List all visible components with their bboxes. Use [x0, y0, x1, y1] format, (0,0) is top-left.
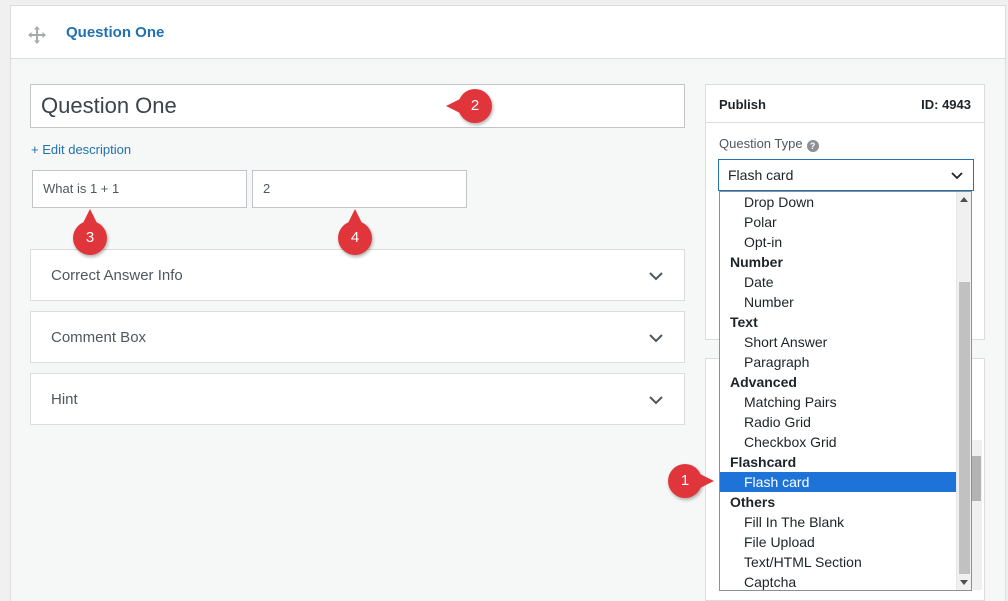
option-flash-card[interactable]: Flash card [720, 472, 957, 492]
option-date[interactable]: Date [720, 272, 957, 292]
post-id: ID: 4943 [921, 97, 971, 112]
question-type-select[interactable]: Flash card [718, 159, 974, 191]
move-icon[interactable] [27, 25, 47, 45]
publish-heading: Publish [719, 97, 766, 112]
chevron-down-icon [951, 172, 963, 180]
panel-header: Question One [11, 6, 1005, 59]
question-type-label: Question Type? [719, 136, 819, 152]
accordion-correct-answer-info[interactable]: Correct Answer Info [30, 249, 685, 301]
accordion-hint[interactable]: Hint [30, 373, 685, 425]
chevron-down-icon [649, 396, 663, 405]
accordion-label: Correct Answer Info [51, 267, 183, 284]
option-short-answer[interactable]: Short Answer [720, 332, 957, 352]
option-checkbox-grid[interactable]: Checkbox Grid [720, 432, 957, 452]
group-number: Number [730, 254, 783, 270]
group-text: Text [730, 314, 758, 330]
question-type-text: Question Type [719, 136, 803, 151]
option-paragraph[interactable]: Paragraph [720, 352, 957, 372]
accordion-label: Comment Box [51, 329, 147, 346]
option-fill-in-the-blank[interactable]: Fill In The Blank [720, 512, 957, 532]
group-flashcard: Flashcard [730, 454, 797, 470]
scroll-down-icon[interactable] [960, 580, 968, 585]
option-polar[interactable]: Polar [720, 212, 957, 232]
option-file-upload[interactable]: File Upload [720, 532, 957, 552]
option-opt-in[interactable]: Opt-in [720, 232, 957, 252]
answer-value-input[interactable]: 2 [252, 170, 467, 208]
group-advanced: Advanced [730, 374, 797, 390]
publish-header: Publish ID: 4943 [706, 85, 984, 123]
dropdown-list: Drop Down Polar Opt-in Number Date Numbe… [720, 192, 957, 590]
option-number[interactable]: Number [720, 292, 957, 312]
group-others: Others [730, 494, 776, 510]
option-captcha[interactable]: Captcha [720, 572, 957, 590]
edit-description-link[interactable]: + Edit description [31, 142, 131, 157]
scroll-thumb[interactable] [959, 282, 970, 574]
dropdown-scrollbar[interactable] [956, 192, 971, 590]
accordion-comment-box[interactable]: Comment Box [30, 311, 685, 363]
callout-3: 3 [73, 209, 107, 255]
scroll-up-icon[interactable] [960, 197, 968, 202]
panel-title[interactable]: Question One [66, 24, 164, 41]
question-title-input[interactable]: Question One [30, 84, 685, 128]
option-text-html-section[interactable]: Text/HTML Section [720, 552, 957, 572]
option-drop-down[interactable]: Drop Down [720, 192, 957, 212]
accordion-label: Hint [51, 391, 78, 408]
option-matching-pairs[interactable]: Matching Pairs [720, 392, 957, 412]
option-radio-grid[interactable]: Radio Grid [720, 412, 957, 432]
chevron-down-icon [649, 334, 663, 343]
chevron-down-icon [649, 272, 663, 281]
answer-text-input[interactable]: What is 1 + 1 [32, 170, 247, 208]
help-icon[interactable]: ? [806, 140, 819, 152]
callout-2: 2 [446, 89, 492, 123]
callout-1: 1 [668, 464, 714, 498]
background-scroll-thumb[interactable] [972, 456, 981, 501]
callout-4: 4 [338, 209, 372, 255]
question-type-dropdown[interactable]: Drop Down Polar Opt-in Number Date Numbe… [719, 191, 972, 591]
question-type-value: Flash card [728, 167, 794, 183]
